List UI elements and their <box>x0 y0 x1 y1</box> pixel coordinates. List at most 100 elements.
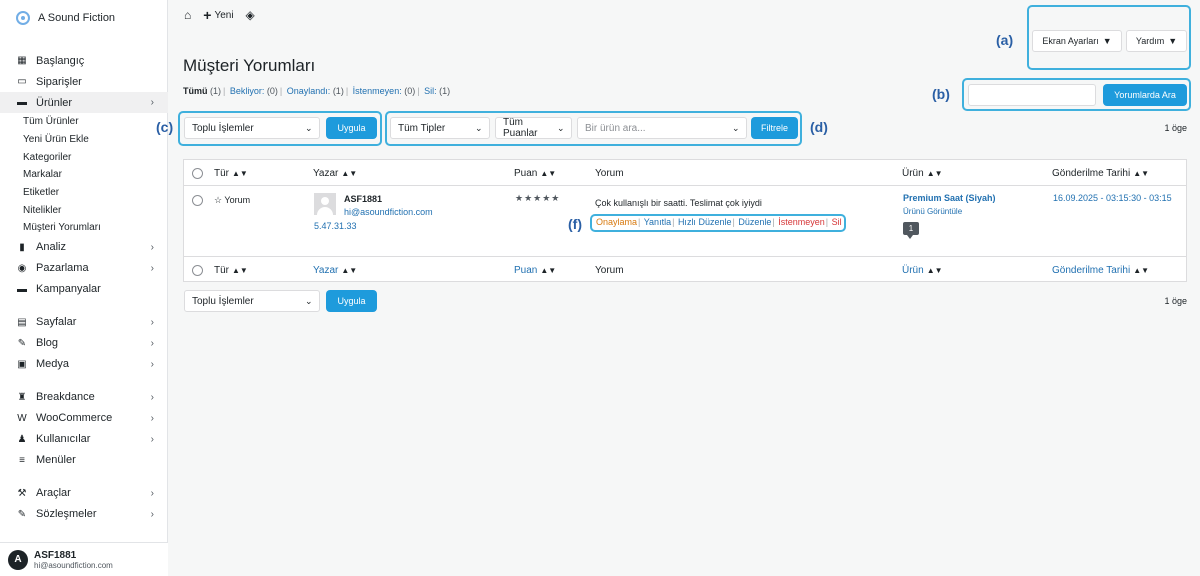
edit-action[interactable]: Düzenle <box>738 217 771 227</box>
help-button[interactable]: Yardım ▼ <box>1126 30 1187 52</box>
chevron-down-icon: ⌄ <box>475 122 483 133</box>
comment-count-badge[interactable]: 1 <box>903 222 919 239</box>
caret-down-icon: ▼ <box>1168 36 1178 46</box>
sort-icon: ▲▼ <box>1133 168 1150 178</box>
sidebar-item-pages[interactable]: ▤ Sayfalar › <box>0 312 168 333</box>
column-product-footer[interactable]: Ürün ▲▼ <box>902 257 943 283</box>
chevron-down-icon: ⌄ <box>305 295 313 306</box>
submenu-brands[interactable]: Markalar <box>0 166 168 184</box>
column-date-footer[interactable]: Gönderilme Tarihi ▲▼ <box>1052 257 1149 283</box>
chevron-right-icon: › <box>150 487 154 499</box>
sidebar-item-contracts[interactable]: ✎ Sözleşmeler › <box>0 504 168 525</box>
row-actions: Onaylama| Yanıtla| Hızlı Düzenle| Düzenl… <box>596 217 842 227</box>
table-row: ☆ Yorum ASF1881 hi@asoundfiction.com 5.4… <box>184 186 1186 256</box>
sidebar-item-media[interactable]: ▣ Medya › <box>0 354 168 375</box>
brand[interactable]: A Sound Fiction <box>0 0 167 36</box>
select-all-checkbox-footer[interactable] <box>192 264 203 276</box>
row-checkbox[interactable] <box>192 195 203 206</box>
select-all-checkbox[interactable] <box>192 167 203 179</box>
submitted-date[interactable]: 16.09.2025 - 03:15:30 - 03:15 <box>1053 193 1172 203</box>
column-date[interactable]: Gönderilme Tarihi ▲▼ <box>1052 160 1149 186</box>
current-user[interactable]: A ASF1881 hi@asoundfiction.com <box>0 542 168 576</box>
spam-action[interactable]: İstenmeyen <box>778 217 825 227</box>
submenu-categories[interactable]: Kategoriler <box>0 148 168 166</box>
quick-edit-action[interactable]: Hızlı Düzenle <box>678 217 732 227</box>
status-spam[interactable]: İstenmeyen: <box>353 86 402 96</box>
status-trash[interactable]: Sil: <box>424 86 437 96</box>
product-link[interactable]: Premium Saat (Siyah) <box>903 193 996 203</box>
sort-icon: ▲▼ <box>232 168 248 178</box>
trash-action[interactable]: Sil <box>832 217 842 227</box>
chevron-down-icon: ⌄ <box>305 122 313 133</box>
chevron-right-icon: › <box>150 337 154 349</box>
admin-sidebar: A Sound Fiction ▦ Başlangıç ▭ Siparişler ▬… <box>0 0 168 576</box>
breakdance-icon[interactable]: ◈ <box>246 8 255 22</box>
filter-button[interactable]: Filtrele <box>751 117 798 139</box>
sort-icon: ▲▼ <box>341 265 358 275</box>
apply-button[interactable]: Uygula <box>326 117 377 139</box>
reply-action[interactable]: Yanıtla <box>644 217 671 227</box>
chevron-down-icon: ⌄ <box>557 122 565 133</box>
submenu-all-products[interactable]: Tüm Ürünler <box>0 113 168 131</box>
chevron-right-icon: › <box>150 262 154 274</box>
column-type-footer[interactable]: Tür ▲▼ <box>214 257 248 283</box>
author-email[interactable]: hi@asoundfiction.com <box>344 207 433 217</box>
apply-button-bottom[interactable]: Uygula <box>326 290 377 312</box>
sidebar-item-woocommerce[interactable]: W WooCommerce › <box>0 408 168 429</box>
chevron-right-icon: › <box>150 391 154 403</box>
column-rating[interactable]: Puan ▲▼ <box>514 160 556 186</box>
chevron-right-icon: › <box>150 97 154 108</box>
sidebar-item-campaigns[interactable]: ▬ Kampanyalar <box>0 279 168 300</box>
author-ip[interactable]: 5.47.31.33 <box>314 221 357 231</box>
bulk-actions-select-bottom[interactable]: Toplu İşlemler ⌄ <box>184 290 320 312</box>
bar-chart-icon: ▮ <box>19 241 25 253</box>
sort-icon: ▲▼ <box>926 265 943 275</box>
star-rating: ★★★★★ <box>515 193 561 203</box>
submenu-add-product[interactable]: Yeni Ürün Ekle <box>0 131 168 149</box>
annotation-f: (f) <box>568 216 582 232</box>
type-filter-select[interactable]: Tüm Tipler ⌄ <box>390 117 490 139</box>
sidebar-item-orders[interactable]: ▭ Siparişler <box>0 71 168 92</box>
main-content: Müşteri Yorumları Tümü (1) | Bekliyor: (0… <box>156 5 1200 576</box>
screen-options-button[interactable]: Ekran Ayarları ▼ <box>1032 30 1122 52</box>
sidebar-item-breakdance[interactable]: ♜ Breakdance › <box>0 387 168 408</box>
sidebar-item-dashboard[interactable]: ▦ Başlangıç <box>0 50 168 71</box>
sidebar-item-marketing[interactable]: ◉ Pazarlama › <box>0 258 168 279</box>
home-icon[interactable]: ⌂ <box>184 8 191 22</box>
chevron-right-icon: › <box>150 241 154 253</box>
sidebar-item-tools[interactable]: ⚒ Araçlar › <box>0 483 168 504</box>
submenu-attributes[interactable]: Nitelikler <box>0 201 168 219</box>
bulk-actions-select[interactable]: Toplu İşlemler ⌄ <box>184 117 320 139</box>
status-pending[interactable]: Bekliyor: <box>230 86 265 96</box>
chevron-right-icon: › <box>150 433 154 445</box>
status-all[interactable]: Tümü <box>183 86 208 96</box>
sidebar-item-users[interactable]: ♟ Kullanıcılar › <box>0 429 168 450</box>
site-name: A Sound Fiction <box>38 12 116 24</box>
sidebar-item-menus[interactable]: ≡ Menüler <box>0 450 168 471</box>
annotation-b: (b) <box>932 86 950 102</box>
sort-icon: ▲▼ <box>232 265 248 275</box>
status-approved[interactable]: Onaylandı: <box>287 86 331 96</box>
megaphone-icon: ◉ <box>17 262 27 274</box>
rating-filter-select[interactable]: Tüm Puanlar ⌄ <box>495 117 572 139</box>
column-type[interactable]: Tür ▲▼ <box>214 160 248 186</box>
view-product-link[interactable]: Ürünü Görüntüle <box>903 207 962 216</box>
column-product[interactable]: Ürün ▲▼ <box>902 160 943 186</box>
approve-action[interactable]: Onaylama <box>596 217 637 227</box>
sidebar-item-products[interactable]: ▬ Ürünler › <box>0 92 168 113</box>
column-rating-footer[interactable]: Puan ▲▼ <box>514 257 556 283</box>
product-search-select[interactable]: Bir ürün ara... ⌄ <box>577 117 747 139</box>
new-content-button[interactable]: + Yeni <box>203 7 233 23</box>
avatar: A <box>8 549 28 570</box>
sidebar-item-analytics[interactable]: ▮ Analiz › <box>0 237 168 258</box>
column-author-footer[interactable]: Yazar ▲▼ <box>313 257 357 283</box>
user-name: ASF1881 <box>34 549 77 561</box>
chevron-right-icon: › <box>150 412 154 424</box>
search-input[interactable] <box>968 84 1096 106</box>
submenu-reviews[interactable]: Müşteri Yorumları <box>0 219 168 237</box>
sidebar-item-blog[interactable]: ✎ Blog › <box>0 333 168 354</box>
search-reviews-button[interactable]: Yorumlarda Ara <box>1103 84 1187 106</box>
column-author[interactable]: Yazar ▲▼ <box>313 160 357 186</box>
submenu-tags[interactable]: Etiketler <box>0 184 168 202</box>
reviews-table: Tür ▲▼ Yazar ▲▼ Puan ▲▼ Yorum Ürün ▲▼ Gönder… <box>183 159 1187 282</box>
